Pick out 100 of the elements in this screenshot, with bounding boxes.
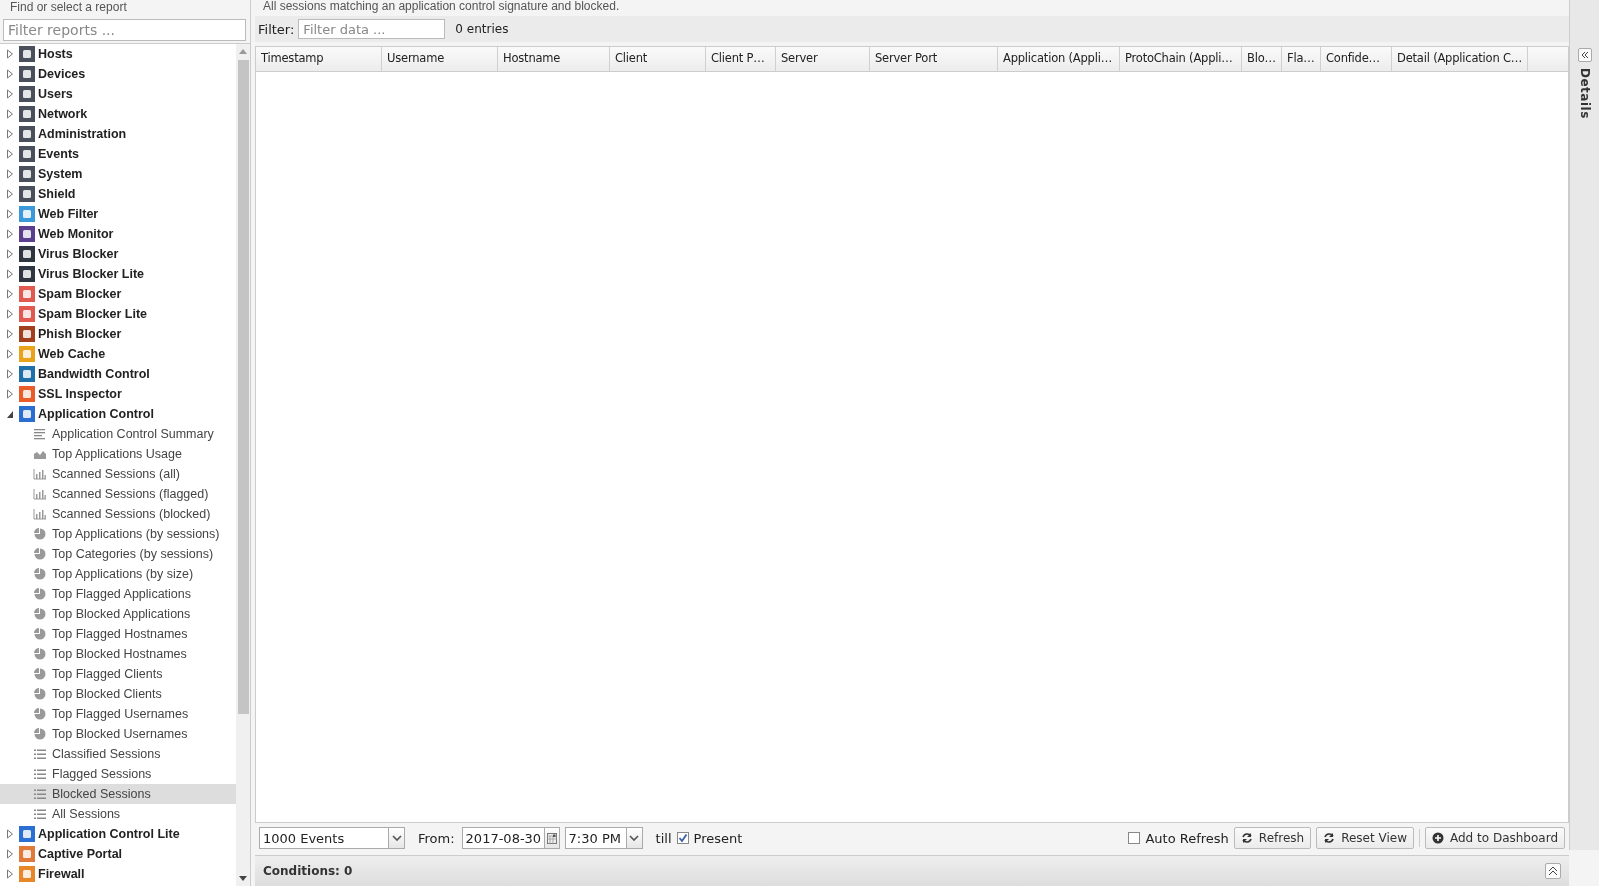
report-item[interactable]: Top Blocked Clients: [0, 684, 236, 704]
pie-chart-icon: [33, 567, 47, 581]
tree-item[interactable]: Application Control Lite: [0, 824, 236, 844]
app-icon: [19, 266, 35, 282]
present-checkbox[interactable]: [676, 832, 689, 844]
report-item[interactable]: Top Blocked Hostnames: [0, 644, 236, 664]
pie-chart-icon: [33, 587, 47, 601]
report-item[interactable]: Top Flagged Applications: [0, 584, 236, 604]
tree-item[interactable]: Users: [0, 84, 236, 104]
column-header[interactable]: Detail (Application C…: [1392, 47, 1529, 71]
present-label: Present: [693, 830, 743, 846]
column-header[interactable]: Hostname: [498, 47, 610, 71]
toolbar-button[interactable]: Add to Dashboard: [1425, 827, 1565, 849]
report-item[interactable]: All Sessions: [0, 804, 236, 824]
column-header[interactable]: Client: [610, 47, 706, 71]
report-item[interactable]: Flagged Sessions: [0, 764, 236, 784]
tree-item[interactable]: Web Cache: [0, 344, 236, 364]
tree-item[interactable]: Spam Blocker: [0, 284, 236, 304]
tree-item[interactable]: Shield: [0, 184, 236, 204]
tree-item[interactable]: Web Monitor: [0, 224, 236, 244]
report-item[interactable]: Top Blocked Usernames: [0, 724, 236, 744]
app-icon: [19, 286, 35, 302]
tree-item[interactable]: Web Filter: [0, 204, 236, 224]
tree-item[interactable]: Network: [0, 104, 236, 124]
list-icon: [33, 807, 47, 821]
report-item[interactable]: Blocked Sessions: [0, 784, 236, 804]
app-icon: [19, 106, 35, 122]
bar-chart-icon: [33, 507, 47, 521]
column-header[interactable]: Server Port: [870, 47, 998, 71]
column-header[interactable]: Fla…: [1282, 47, 1321, 71]
column-header[interactable]: Server: [776, 47, 870, 71]
tree-item[interactable]: Captive Portal: [0, 844, 236, 864]
report-item[interactable]: Scanned Sessions (blocked): [0, 504, 236, 524]
add-icon: [1432, 832, 1444, 844]
caret-icon: [391, 834, 402, 842]
tree-item[interactable]: Spam Blocker Lite: [0, 304, 236, 324]
tree-item[interactable]: Virus Blocker: [0, 244, 236, 264]
column-header[interactable]: Blo…: [1242, 47, 1282, 71]
lines-icon: [33, 427, 47, 441]
column-header[interactable]: Client P…: [706, 47, 776, 71]
pie-chart-icon: [33, 687, 47, 701]
filter-data-field[interactable]: Filter data ...: [298, 19, 446, 39]
expand-up-icon[interactable]: [1545, 863, 1561, 879]
bar-chart-icon: [33, 487, 47, 501]
app-icon: [19, 866, 35, 882]
column-header[interactable]: Username: [382, 47, 498, 71]
pie-chart-icon: [33, 627, 47, 641]
report-item[interactable]: Top Flagged Clients: [0, 664, 236, 684]
report-item[interactable]: Classified Sessions: [0, 744, 236, 764]
report-item[interactable]: Top Flagged Usernames: [0, 704, 236, 724]
filter-reports-field[interactable]: Filter reports ...: [3, 19, 246, 41]
report-item[interactable]: Top Blocked Applications: [0, 604, 236, 624]
report-item[interactable]: Scanned Sessions (all): [0, 464, 236, 484]
report-item[interactable]: Top Applications Usage: [0, 444, 236, 464]
column-header[interactable]: Timestamp: [256, 47, 382, 71]
report-item[interactable]: Top Applications (by sessions): [0, 524, 236, 544]
calendar-icon: [546, 832, 557, 844]
column-header[interactable]: ProtoChain (Appli…: [1120, 47, 1242, 71]
column-header[interactable]: Application (Appli…: [998, 47, 1120, 71]
app-icon: [19, 826, 35, 842]
collapse-panel-icon[interactable]: [1577, 48, 1592, 62]
report-item[interactable]: Top Categories (by sessions): [0, 544, 236, 564]
collapse-icon: [6, 409, 14, 419]
tree-item[interactable]: Devices: [0, 64, 236, 84]
auto-refresh-checkbox[interactable]: [1128, 832, 1141, 844]
toolbar-button[interactable]: Reset View: [1316, 827, 1414, 849]
report-item[interactable]: Top Applications (by size): [0, 564, 236, 584]
app-icon: [19, 366, 35, 382]
from-label: From:: [418, 830, 455, 846]
app-icon: [19, 406, 35, 422]
report-item[interactable]: Scanned Sessions (flagged): [0, 484, 236, 504]
time-dropdown[interactable]: 7:30 PM: [564, 827, 643, 849]
tree-item[interactable]: Administration: [0, 124, 236, 144]
bar-chart-icon: [33, 467, 47, 481]
scroll-down-icon[interactable]: [239, 876, 247, 882]
app-icon: [19, 226, 35, 242]
report-item[interactable]: Application Control Summary: [0, 424, 236, 444]
refresh-icon: [1240, 832, 1253, 844]
tree-item[interactable]: Virus Blocker Lite: [0, 264, 236, 284]
tree-item[interactable]: System: [0, 164, 236, 184]
events-limit-dropdown[interactable]: 1000 Events: [259, 827, 405, 849]
toolbar-button[interactable]: Refresh: [1233, 827, 1312, 849]
report-item[interactable]: Top Flagged Hostnames: [0, 624, 236, 644]
tree-item[interactable]: Phish Blocker: [0, 324, 236, 344]
app-icon: [19, 846, 35, 862]
tree-item[interactable]: Events: [0, 144, 236, 164]
app-icon: [19, 66, 35, 82]
app-icon: [19, 166, 35, 182]
column-header[interactable]: Confide…: [1321, 47, 1392, 71]
tree-item[interactable]: Hosts: [0, 44, 236, 64]
date-field[interactable]: 2017-08-30: [461, 827, 560, 849]
tree-item[interactable]: Application Control: [0, 404, 236, 424]
sidebar-title: Find or select a report: [9, 0, 128, 16]
tree-item[interactable]: SSL Inspector: [0, 384, 236, 404]
app-icon: [19, 126, 35, 142]
details-tab[interactable]: Details: [1577, 68, 1592, 119]
tree-item[interactable]: Firewall: [0, 864, 236, 884]
app-icon: [19, 306, 35, 322]
tree-item[interactable]: Bandwidth Control: [0, 364, 236, 384]
caret-icon: [629, 834, 640, 842]
